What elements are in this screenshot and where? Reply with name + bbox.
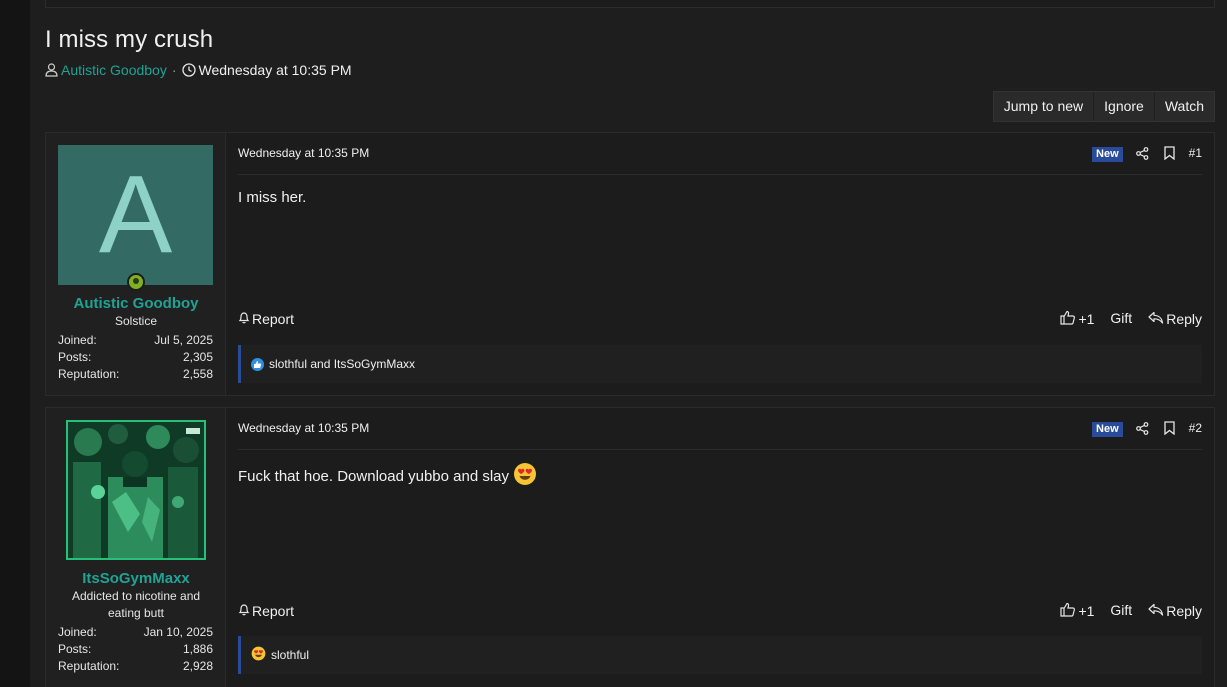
user-stats: Joined: Jan 10, 2025 Posts: 1,886 Reputati… <box>58 624 213 675</box>
post-text: I miss her. <box>238 189 307 206</box>
post-1: A Autistic Goodboy Solstice Joined: Jul 5… <box>45 132 1215 396</box>
meta-separator: · <box>171 62 177 78</box>
post-actions-right: +1 Gift Reply <box>1060 602 1202 620</box>
report-button[interactable]: Report <box>238 310 294 328</box>
reactions-users[interactable]: slothful and ItsSoGymMaxx <box>269 357 415 371</box>
post-2: ItsSoGymMaxx Addicted to nicotine and ea… <box>45 407 1215 687</box>
jump-to-new-button[interactable]: Jump to new <box>994 92 1093 121</box>
reactions-bar[interactable]: slothful <box>238 636 1202 674</box>
reply-button[interactable]: Reply <box>1148 602 1202 620</box>
post-number-link[interactable]: #2 <box>1189 420 1202 436</box>
clock-icon <box>181 63 196 77</box>
post-body: I miss her. <box>238 189 306 206</box>
post-actions: Report +1 Gift Reply <box>238 602 1202 620</box>
post-text: Fuck that hoe. Download yubbo and slay <box>238 467 510 485</box>
bookmark-icon[interactable] <box>1162 420 1178 436</box>
plus-one-button[interactable]: +1 <box>1060 602 1094 620</box>
share-icon[interactable] <box>1135 420 1151 436</box>
reply-button[interactable]: Reply <box>1148 310 1202 328</box>
page-title: I miss my crush <box>45 26 214 53</box>
avatar[interactable]: A <box>58 145 213 285</box>
reply-icon <box>1148 311 1164 327</box>
bookmark-icon[interactable] <box>1162 145 1178 161</box>
stat-posts: Posts: 2,305 <box>58 350 213 364</box>
post-tools: New #2 <box>1092 420 1202 449</box>
share-icon[interactable] <box>1135 145 1151 161</box>
post-number-link[interactable]: #1 <box>1189 145 1202 161</box>
post-header: Wednesday at 10:35 PM New #1 <box>238 145 1202 175</box>
thread-meta: Autistic Goodboy · Wednesday at 10:35 PM <box>45 62 352 78</box>
bell-icon <box>238 603 250 619</box>
username-link[interactable]: ItsSoGymMaxx <box>46 570 226 587</box>
like-reaction-icon <box>251 357 264 371</box>
thread-page: I miss my crush Autistic Goodboy · Wedne… <box>30 0 1227 687</box>
post-actions: Report +1 Gift Reply <box>238 310 1202 328</box>
stat-reputation: Reputation: 2,558 <box>58 367 213 381</box>
post-body: Fuck that hoe. Download yubbo and slay <box>238 462 537 490</box>
new-badge: New <box>1092 422 1123 437</box>
report-button[interactable]: Report <box>238 602 294 620</box>
stat-posts: Posts: 1,886 <box>58 642 213 656</box>
post-actions-right: +1 Gift Reply <box>1060 310 1202 328</box>
reactions-users[interactable]: slothful <box>271 648 309 662</box>
new-badge: New <box>1092 147 1123 162</box>
thumbs-up-icon <box>1060 602 1076 620</box>
user-icon <box>45 63 58 77</box>
gift-button[interactable]: Gift <box>1110 602 1132 620</box>
heart-eyes-emoji-icon <box>513 462 537 490</box>
thread-date[interactable]: Wednesday at 10:35 PM <box>199 62 352 78</box>
watch-button[interactable]: Watch <box>1153 92 1214 121</box>
stat-reputation: Reputation: 2,928 <box>58 659 213 673</box>
post-header: Wednesday at 10:35 PM New #2 <box>238 420 1202 450</box>
user-title: Solstice <box>114 314 158 328</box>
online-status-icon <box>127 273 145 291</box>
post-main: Wednesday at 10:35 PM New #1 I miss her. <box>227 133 1214 395</box>
heart-eyes-reaction-icon <box>251 646 266 664</box>
gift-button[interactable]: Gift <box>1110 310 1132 328</box>
thumbs-up-icon <box>1060 310 1076 328</box>
reactions-bar[interactable]: slothful and ItsSoGymMaxx <box>238 345 1202 383</box>
stat-joined: Joined: Jan 10, 2025 <box>58 625 213 639</box>
top-strip <box>45 0 1215 8</box>
plus-one-button[interactable]: +1 <box>1060 310 1094 328</box>
thread-actions: Jump to new Ignore Watch <box>992 91 1215 122</box>
post-tools: New #1 <box>1092 145 1202 174</box>
user-stats: Joined: Jul 5, 2025 Posts: 2,305 Reputatio… <box>58 332 213 383</box>
ignore-button[interactable]: Ignore <box>1093 92 1154 121</box>
reply-icon <box>1148 603 1164 619</box>
left-rail <box>0 0 30 687</box>
username-link[interactable]: Autistic Goodboy <box>46 295 226 312</box>
post-user-sidebar: ItsSoGymMaxx Addicted to nicotine and ea… <box>46 408 226 687</box>
post-date[interactable]: Wednesday at 10:35 PM <box>238 420 369 449</box>
post-date[interactable]: Wednesday at 10:35 PM <box>238 145 369 174</box>
thread-author-link[interactable]: Autistic Goodboy <box>61 62 167 78</box>
post-user-sidebar: A Autistic Goodboy Solstice Joined: Jul 5… <box>46 133 226 395</box>
user-title: Addicted to nicotine and eating butt <box>71 589 201 620</box>
stat-joined: Joined: Jul 5, 2025 <box>58 333 213 347</box>
post-main: Wednesday at 10:35 PM New #2 Fuck that h… <box>227 408 1214 687</box>
bell-icon <box>238 311 250 327</box>
avatar[interactable] <box>66 420 206 560</box>
